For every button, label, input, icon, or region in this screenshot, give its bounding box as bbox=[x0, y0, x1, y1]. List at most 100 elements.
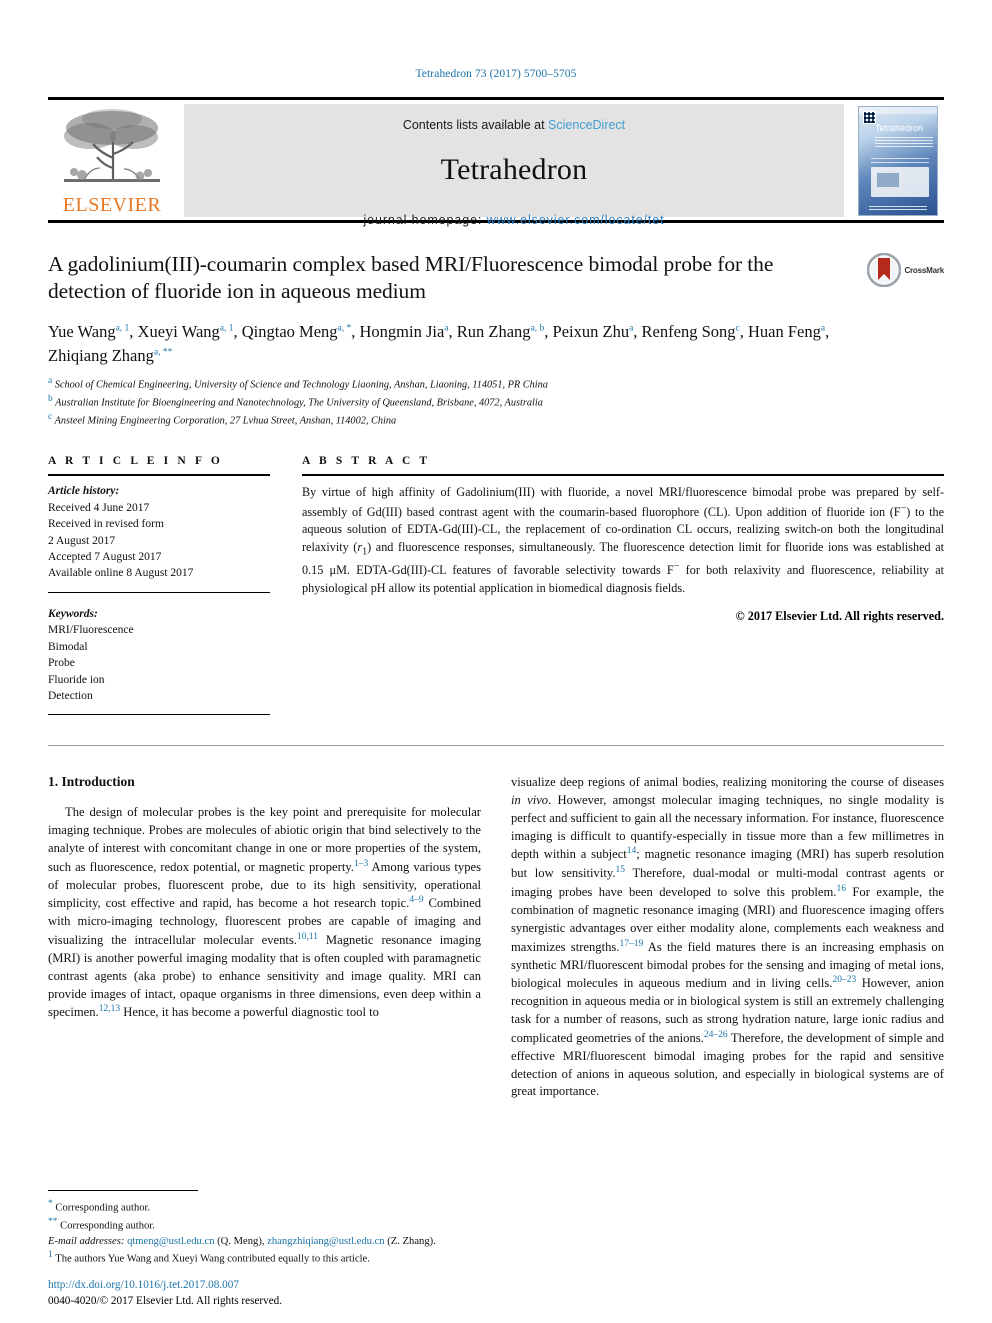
citation-ref-1-3[interactable]: 1–3 bbox=[354, 859, 368, 869]
info-abstract-region: A R T I C L E I N F O Article history: R… bbox=[48, 455, 944, 716]
affiliation-marker: b bbox=[48, 394, 53, 405]
footnote-equal-text: The authors Yue Wang and Xueyi Wang cont… bbox=[55, 1253, 370, 1265]
doi-link[interactable]: http://dx.doi.org/10.1016/j.tet.2017.08.… bbox=[48, 1277, 548, 1293]
author-entry: Qingtao Menga, * bbox=[242, 322, 352, 341]
author-sep: , bbox=[233, 321, 242, 341]
article-history-block: Article history: Received 4 June 2017 Re… bbox=[48, 483, 270, 582]
author-list: Yue Wanga, 1, Xueyi Wanga, 1, Qingtao Me… bbox=[48, 320, 848, 370]
author-name: Peixun Zhu bbox=[552, 321, 630, 341]
article-info-column: A R T I C L E I N F O Article history: R… bbox=[48, 455, 270, 716]
author-entry: Huan Fenga bbox=[748, 322, 825, 341]
author-entry: Peixun Zhua bbox=[553, 322, 634, 341]
abstract-text: By virtue of high affinity of Gadolinium… bbox=[302, 484, 944, 597]
email-owner-meng: (Q. Meng) bbox=[217, 1235, 262, 1247]
footnote-marker-1: 1 bbox=[48, 1250, 53, 1261]
author-sep: , bbox=[351, 321, 360, 341]
article-info-rule bbox=[48, 474, 270, 477]
history-item: 2 August 2017 bbox=[48, 534, 116, 547]
footnote-block: * Corresponding author. ** Corresponding… bbox=[48, 1190, 481, 1267]
author-sep: , bbox=[633, 321, 642, 341]
sciencedirect-link[interactable]: ScienceDirect bbox=[548, 118, 625, 132]
footnote-corresponding-1: * Corresponding author. bbox=[48, 1198, 481, 1216]
crossmark-icon bbox=[867, 253, 902, 287]
keywords-rule-top bbox=[48, 591, 270, 593]
author-name: Hongmin Jia bbox=[359, 321, 445, 341]
cover-subtitle-lines bbox=[875, 136, 933, 147]
article-history-label: Article history: bbox=[48, 485, 120, 498]
elsevier-logo: ELSEVIER bbox=[48, 104, 176, 217]
crossmark-label: CrossMark bbox=[904, 265, 944, 275]
affiliation-text: Australian Institute for Bioengineering … bbox=[55, 397, 543, 409]
footnote-marker-double-star: ** bbox=[48, 1217, 58, 1228]
keyword-item: Detection bbox=[48, 690, 93, 702]
citation-ref-12-13[interactable]: 12,13 bbox=[99, 1004, 120, 1014]
citation-ref-10-11[interactable]: 10,11 bbox=[297, 932, 318, 942]
footnote-corr1-text: Corresponding author. bbox=[55, 1202, 151, 1214]
affiliation-marker: a bbox=[48, 376, 53, 387]
citation-ref-4-9[interactable]: 4–9 bbox=[409, 895, 423, 905]
abstract-rule bbox=[302, 474, 944, 477]
abstract-part-1: By virtue of high affinity of Gadolinium… bbox=[302, 485, 944, 519]
keyword-item: Probe bbox=[48, 657, 75, 670]
intro-paragraph-right: visualize deep regions of animal bodies,… bbox=[511, 774, 944, 1101]
journal-homepage-link[interactable]: www.elsevier.com/locate/tet bbox=[487, 213, 665, 227]
author-affiliation-marker: a, 1 bbox=[219, 323, 234, 334]
author-sep: , bbox=[739, 321, 748, 341]
running-head: Tetrahedron 73 (2017) 5700–5705 bbox=[415, 68, 577, 80]
author-sep: , bbox=[448, 321, 457, 341]
intro-paragraph-left: The design of molecular probes is the ke… bbox=[48, 804, 481, 1022]
history-item: Received 4 June 2017 bbox=[48, 501, 150, 514]
email-addresses-label: E-mail addresses: bbox=[48, 1235, 125, 1247]
footnote-corresponding-2: ** Corresponding author. bbox=[48, 1216, 481, 1234]
citation-ref-16[interactable]: 16 bbox=[836, 884, 846, 894]
affiliation-text: School of Chemical Engineering, Universi… bbox=[54, 379, 548, 391]
author-affiliation-marker: a, b bbox=[530, 323, 545, 334]
footnote-corr2-text: Corresponding author. bbox=[60, 1220, 155, 1232]
affiliation-item: a School of Chemical Engineering, Univer… bbox=[48, 375, 944, 393]
cover-artwork bbox=[871, 166, 929, 197]
footnote-emails: E-mail addresses: qtmeng@ustl.edu.cn (Q.… bbox=[48, 1235, 436, 1247]
email-owner-zhang: (Z. Zhang). bbox=[387, 1235, 436, 1247]
author-name: Renfeng Song bbox=[641, 321, 736, 341]
elsevier-tree-icon bbox=[64, 109, 160, 182]
keyword-item: Bimodal bbox=[48, 640, 88, 653]
citation-ref-17-19[interactable]: 17–19 bbox=[619, 939, 643, 949]
author-affiliation-marker: a, * bbox=[337, 323, 352, 334]
affiliation-list: a School of Chemical Engineering, Univer… bbox=[48, 375, 944, 429]
author-entry: Run Zhanga, b bbox=[457, 322, 545, 341]
journal-title: Tetrahedron bbox=[440, 153, 588, 186]
contents-prefix: Contents lists available at bbox=[402, 118, 549, 132]
body-column-right: visualize deep regions of animal bodies,… bbox=[511, 774, 944, 1101]
author-name: Huan Feng bbox=[747, 321, 821, 341]
homepage-prefix: journal homepage: bbox=[363, 213, 487, 227]
journal-masthead: ELSEVIER Contents lists available at Sci… bbox=[48, 97, 944, 227]
abstract-column: A B S T R A C T By virtue of high affini… bbox=[302, 455, 944, 715]
keywords-rule-bottom bbox=[48, 714, 270, 716]
page-title: A gadolinium(III)-coumarin complex based… bbox=[48, 252, 774, 304]
email-link-meng[interactable]: qtmeng@ustl.edu.cn bbox=[127, 1236, 214, 1247]
email-link-zhang[interactable]: zhangzhiqiang@ustl.edu.cn bbox=[267, 1236, 384, 1247]
author-name: Xueyi Wang bbox=[137, 321, 220, 341]
footnote-rule bbox=[48, 1190, 198, 1192]
author-entry: Yue Wanga, 1 bbox=[48, 322, 129, 341]
author-entry: Hongmin Jiaa bbox=[360, 322, 449, 341]
footnote-marker-star: * bbox=[48, 1199, 53, 1210]
history-item: Available online 8 August 2017 bbox=[48, 567, 194, 580]
affiliation-item: c Ansteel Mining Engineering Corporation… bbox=[48, 411, 944, 429]
body-column-left: 1. Introduction The design of molecular … bbox=[48, 774, 481, 1101]
citation-ref-20-23[interactable]: 20–23 bbox=[832, 975, 856, 985]
citation-ref-15[interactable]: 15 bbox=[615, 865, 625, 875]
journal-cover-thumbnail: Tetrahedron bbox=[852, 104, 944, 217]
crossmark-badge[interactable]: CrossMark bbox=[867, 253, 944, 287]
citation-ref-14[interactable]: 14 bbox=[627, 846, 637, 856]
footnote-equal-contribution: 1 The authors Yue Wang and Xueyi Wang co… bbox=[48, 1249, 481, 1267]
cover-journal-title: Tetrahedron bbox=[875, 122, 924, 133]
keywords-label: Keywords: bbox=[48, 607, 98, 620]
abstract-heading: A B S T R A C T bbox=[302, 455, 431, 468]
citation-ref-24-26[interactable]: 24–26 bbox=[704, 1030, 728, 1040]
author-name: Run Zhang bbox=[456, 321, 531, 341]
keyword-item: Fluoride ion bbox=[48, 673, 105, 686]
affiliation-text: Ansteel Mining Engineering Corporation, … bbox=[54, 415, 397, 427]
author-entry: Renfeng Songc bbox=[642, 322, 740, 341]
author-entry: Xueyi Wanga, 1 bbox=[138, 322, 234, 341]
